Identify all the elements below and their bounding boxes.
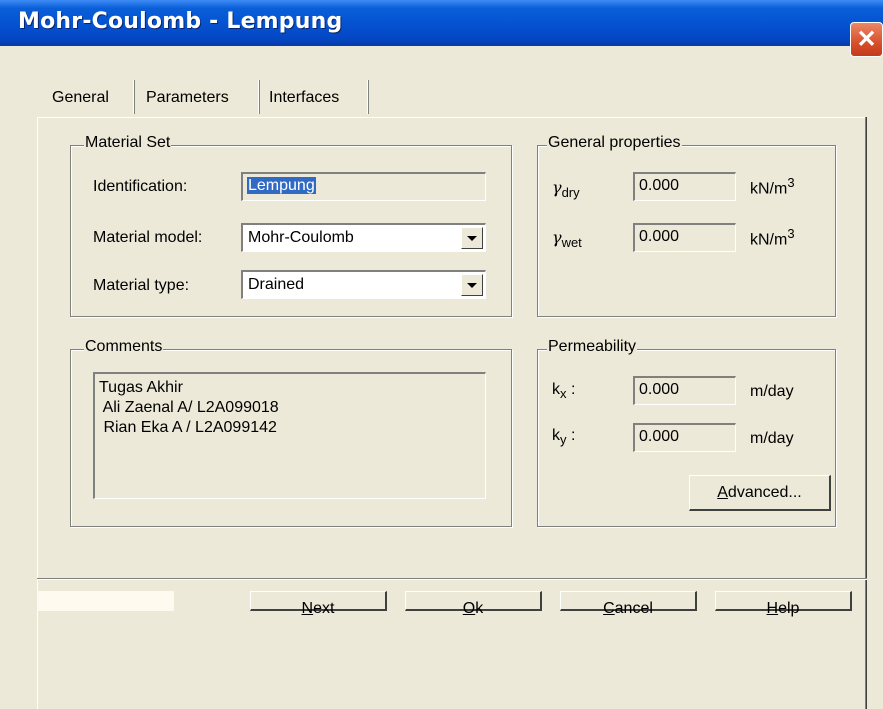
material-type-label: Material type: [93,277,190,294]
close-button[interactable]: ✕ [850,22,883,57]
tab-divider [367,80,369,114]
kx-input[interactable]: 0.000 [633,376,736,405]
tab-divider [258,80,260,114]
identification-input[interactable]: Lempung [241,172,486,201]
gamma-wet-input[interactable]: 0.000 [633,223,736,252]
kx-label: kx : [552,381,576,402]
comment-line: Tugas Akhir [99,379,183,396]
tab-panel-border [37,117,38,709]
tab-interfaces[interactable]: Interfaces [269,80,339,115]
advanced-button[interactable]: Advanced... [689,475,831,511]
tab-panel-border [37,117,867,118]
material-type-value: Drained [248,276,305,293]
material-model-value: Mohr-Coulomb [248,229,354,246]
help-button[interactable]: Help [715,591,852,617]
identification-label: Identification: [93,178,188,195]
cancel-button[interactable]: Cancel [560,591,697,617]
window-title: Mohr-Coulomb - Lempung [18,9,343,34]
ky-label: ky : [552,427,576,448]
gamma-dry-input[interactable]: 0.000 [633,172,736,201]
tab-general[interactable]: General [52,80,109,115]
ok-button[interactable]: Ok [405,591,542,617]
material-type-select[interactable]: Drained [241,270,486,299]
kx-unit: m/day [750,383,794,400]
gamma-wet-label: γwet [552,228,582,251]
general-properties-legend: General properties [547,134,682,152]
next-button[interactable]: Next [250,591,387,617]
tab-parameters[interactable]: Parameters [146,80,229,115]
comments-legend: Comments [84,338,164,356]
material-set-legend: Material Set [84,134,172,152]
material-model-select[interactable]: Mohr-Coulomb [241,223,486,252]
blank-area [37,591,174,611]
tab-panel-border [866,117,867,709]
close-icon: ✕ [856,26,877,53]
tab-divider [133,80,135,114]
permeability-legend: Permeability [547,338,638,356]
gamma-dry-unit: kN/m3 [750,175,795,198]
comment-line: Rian Eka A / L2A099142 [99,419,277,436]
comments-textarea[interactable]: Tugas Akhir Ali Zaenal A/ L2A099018 Rian… [93,372,486,499]
title-bar[interactable]: Mohr-Coulomb - Lempung [0,0,883,46]
button-row-separator [37,578,867,580]
identification-value: Lempung [247,177,316,194]
ky-unit: m/day [750,430,794,447]
gamma-wet-unit: kN/m3 [750,226,795,249]
gamma-dry-label: γdry [552,178,580,201]
comment-line: Ali Zaenal A/ L2A099018 [99,399,279,416]
chevron-down-icon[interactable] [461,274,483,296]
ky-input[interactable]: 0.000 [633,423,736,452]
material-model-label: Material model: [93,229,203,246]
chevron-down-icon[interactable] [461,227,483,249]
